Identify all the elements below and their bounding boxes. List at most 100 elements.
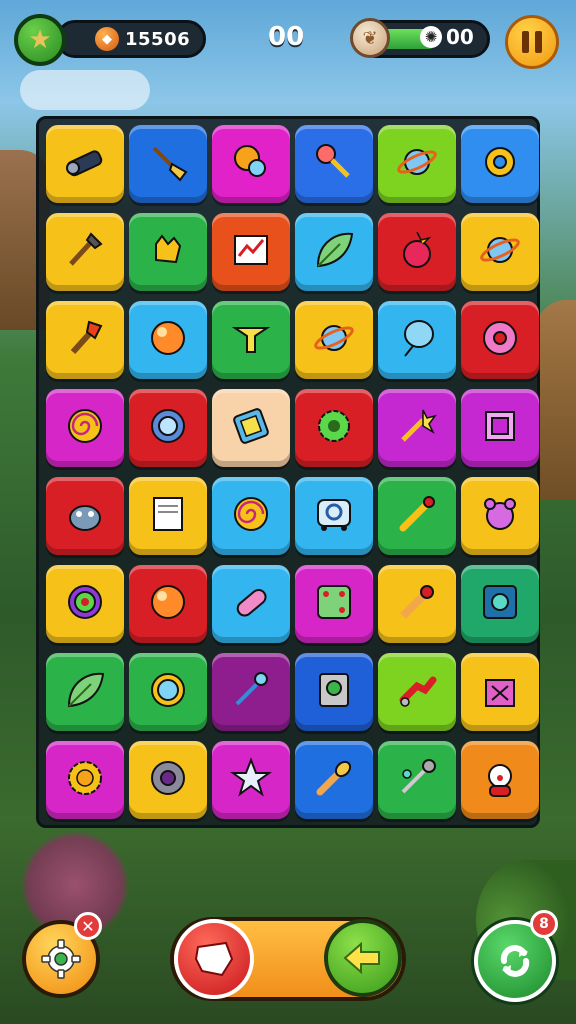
tile-r2-c3[interactable]	[212, 213, 290, 291]
leaf-icon	[61, 666, 109, 718]
tile-r4-c1[interactable]	[46, 389, 124, 467]
tile-r4-c5[interactable]	[378, 389, 456, 467]
tile-r5-c2[interactable]	[129, 477, 207, 555]
pin-icon	[393, 490, 441, 542]
spiral-icon	[61, 402, 109, 454]
orb-icon	[144, 314, 192, 366]
tile-r5-c3[interactable]	[212, 477, 290, 555]
tile-r1-c6[interactable]	[461, 125, 539, 203]
tile-r4-c2[interactable]	[129, 389, 207, 467]
tile-r6-c5[interactable]	[378, 565, 456, 643]
tile-r3-c3[interactable]	[212, 301, 290, 379]
tile-r3-c5[interactable]	[378, 301, 456, 379]
tile-r1-c5[interactable]	[378, 125, 456, 203]
tile-r1-c1[interactable]	[46, 125, 124, 203]
fountain-icon	[227, 314, 275, 366]
tile-r2-c4[interactable]	[295, 213, 373, 291]
tile-r7-c4[interactable]	[295, 653, 373, 731]
tile-r6-c1[interactable]	[46, 565, 124, 643]
tile-r7-c2[interactable]	[129, 653, 207, 731]
monster-icon	[61, 490, 109, 542]
coin-icon: ◆	[95, 27, 119, 51]
background-hut-right	[536, 300, 576, 500]
cog-green-icon	[310, 402, 358, 454]
tile-r8-c1[interactable]	[46, 741, 124, 819]
game-board	[36, 116, 540, 828]
torch-icon	[61, 314, 109, 366]
telescope-icon	[61, 138, 109, 190]
tile-r8-c5[interactable]	[378, 741, 456, 819]
bomb-icon	[393, 226, 441, 278]
device-icon	[310, 666, 358, 718]
tile-r3-c2[interactable]	[129, 301, 207, 379]
pause-button[interactable]	[505, 15, 559, 69]
energy-gear-icon: ✺	[420, 26, 442, 48]
lollipop-icon	[310, 138, 358, 190]
settings-badge: ✕	[74, 912, 102, 940]
tile-r6-c4[interactable]	[295, 565, 373, 643]
tile-r2-c1[interactable]	[46, 213, 124, 291]
wand-icon	[393, 402, 441, 454]
slider-right-button[interactable]	[324, 919, 402, 997]
tile-r4-c3[interactable]	[212, 389, 290, 467]
tile-r7-c6[interactable]	[461, 653, 539, 731]
shell-icon: ❦	[350, 18, 390, 58]
tile-r6-c6[interactable]	[461, 565, 539, 643]
tile-r4-c6[interactable]	[461, 389, 539, 467]
tile-r2-c5[interactable]	[378, 213, 456, 291]
tile-r1-c2[interactable]	[129, 125, 207, 203]
level-star-icon[interactable]: ★	[14, 14, 66, 66]
tile-r6-c3[interactable]	[212, 565, 290, 643]
coin-value: 15506	[125, 28, 191, 50]
scepter-icon	[227, 666, 275, 718]
tile-r7-c5[interactable]	[378, 653, 456, 731]
dice-icon	[310, 578, 358, 630]
tile-r1-c4[interactable]	[295, 125, 373, 203]
microphone-icon	[310, 754, 358, 806]
magnifier-sun-icon	[227, 138, 275, 190]
mirror-icon	[144, 666, 192, 718]
tile-r8-c4[interactable]	[295, 741, 373, 819]
tile-r8-c2[interactable]	[129, 741, 207, 819]
tile-r5-c5[interactable]	[378, 477, 456, 555]
tile-r5-c4[interactable]	[295, 477, 373, 555]
tile-r5-c6[interactable]	[461, 477, 539, 555]
balloon-icon	[393, 314, 441, 366]
tile-r6-c2[interactable]	[129, 565, 207, 643]
tile-r3-c4[interactable]	[295, 301, 373, 379]
square-icon	[476, 578, 524, 630]
planet-icon	[476, 226, 524, 278]
pipe-icon	[393, 666, 441, 718]
tile-r4-c4[interactable]	[295, 389, 373, 467]
tile-r7-c1[interactable]	[46, 653, 124, 731]
gear-icon	[476, 138, 524, 190]
portal-icon	[144, 402, 192, 454]
planet-icon	[310, 314, 358, 366]
tile-r8-c6[interactable]	[461, 741, 539, 819]
sun-gear-icon	[61, 754, 109, 806]
settings-gear-icon	[41, 939, 81, 979]
slider-left-button[interactable]	[174, 919, 254, 999]
tile-r1-c3[interactable]	[212, 125, 290, 203]
clown-icon	[476, 754, 524, 806]
tile-r5-c1[interactable]	[46, 477, 124, 555]
orb-icon	[144, 578, 192, 630]
energy-value: 00	[446, 25, 474, 49]
tile-r3-c1[interactable]	[46, 301, 124, 379]
star-icon	[227, 754, 275, 806]
donut-icon	[476, 314, 524, 366]
coin-counter: ◆ 15506	[56, 20, 206, 58]
tile-r3-c6[interactable]	[461, 301, 539, 379]
chart-icon	[227, 226, 275, 278]
broom-icon	[144, 138, 192, 190]
tile-r2-c2[interactable]	[129, 213, 207, 291]
top-hud: ◆ 15506 ★ 00 ❦ ✺ 00	[0, 0, 576, 80]
tile-r8-c3[interactable]	[212, 741, 290, 819]
tablet-icon	[227, 402, 275, 454]
box-icon	[476, 666, 524, 718]
vault-icon	[144, 754, 192, 806]
tile-r7-c3[interactable]	[212, 653, 290, 731]
tile-r2-c6[interactable]	[461, 213, 539, 291]
pill-icon	[227, 578, 275, 630]
bear-orb-icon	[476, 490, 524, 542]
